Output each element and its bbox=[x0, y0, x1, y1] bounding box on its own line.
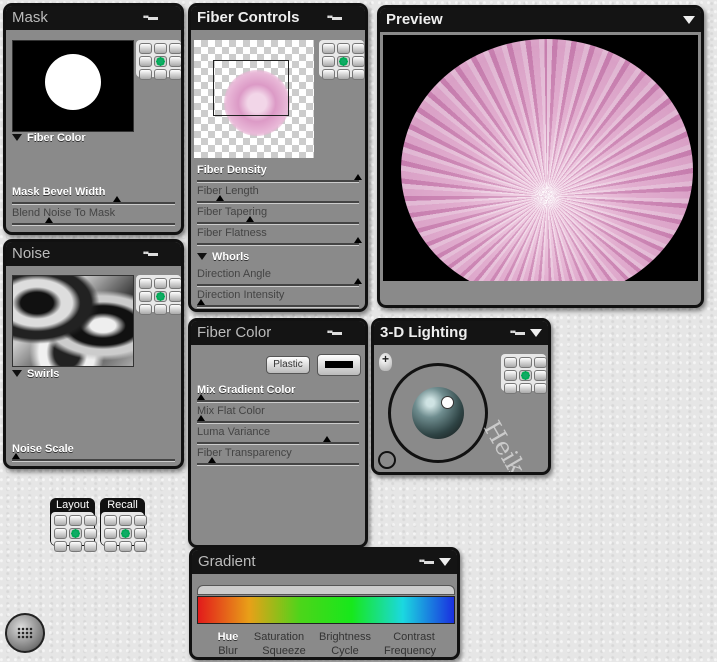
plastic-button[interactable]: Plastic bbox=[266, 356, 310, 374]
slider-fiber-transparency[interactable] bbox=[197, 457, 359, 466]
fiber-controls-panel: Fiber Controls ▪▪▬ Fiber Density Fiber L… bbox=[188, 3, 368, 312]
noise-thumbnail[interactable] bbox=[12, 275, 134, 367]
slider-label-luma-variance: Luma Variance bbox=[197, 426, 271, 438]
slider-direction-intensity[interactable] bbox=[197, 299, 359, 308]
slider-knob[interactable] bbox=[354, 174, 363, 180]
preview-title: Preview bbox=[380, 8, 701, 32]
flat-color-swatch[interactable] bbox=[317, 354, 361, 376]
slider-knob[interactable] bbox=[216, 195, 225, 201]
gradient-option-squeeze[interactable]: Squeeze bbox=[249, 645, 319, 657]
fiber-color-panel: Fiber Color ▪▪▬ Plastic Mix Gradient Col… bbox=[188, 318, 368, 548]
slider-fiber-density[interactable] bbox=[197, 174, 363, 183]
slider-mix-gradient-color[interactable] bbox=[197, 394, 359, 403]
slider-luma-variance[interactable] bbox=[197, 436, 359, 445]
panel-menu-icon[interactable]: ▪▪▬ bbox=[327, 6, 342, 30]
slider-knob[interactable] bbox=[354, 278, 363, 284]
slider-label-direction-intensity: Direction Intensity bbox=[197, 289, 285, 301]
recall-button[interactable]: Recall bbox=[100, 498, 147, 552]
panel-menu-icon[interactable]: ▪▪▬ bbox=[143, 242, 158, 266]
watermark-heike: Heike bbox=[477, 416, 538, 475]
light-bulb-icon[interactable]: + bbox=[379, 353, 392, 371]
slider-label-blend-noise: Blend Noise To Mask bbox=[12, 207, 116, 219]
slider-direction-angle[interactable] bbox=[197, 278, 363, 287]
lighting-panel: 3-D Lighting ▪▪▬ + Heike bbox=[371, 318, 551, 475]
panel-menu-icon[interactable]: ▪▪▬ bbox=[510, 321, 525, 345]
gradient-option-cycle[interactable]: Cycle bbox=[310, 645, 380, 657]
layout-grid-icon bbox=[51, 512, 97, 552]
mask-panel: Mask ▪▪▬ Fiber Color Mask Bevel Width Bl… bbox=[3, 3, 184, 235]
slider-knob[interactable] bbox=[197, 415, 205, 421]
gradient-option-brightness[interactable]: Brightness bbox=[310, 631, 380, 643]
panel-menu-icon[interactable]: ▪▪▬ bbox=[419, 550, 434, 574]
gradient-panel: Gradient ▪▪▬ Hue Saturation Brightness C… bbox=[189, 547, 460, 660]
slider-knob[interactable] bbox=[323, 436, 332, 442]
recall-label: Recall bbox=[107, 499, 138, 511]
noise-panel: Noise ▪▪▬ Swirls Noise Scale bbox=[3, 239, 184, 469]
slider-label-direction-angle: Direction Angle bbox=[197, 268, 271, 280]
gradient-option-frequency[interactable]: Frequency bbox=[375, 645, 445, 657]
fiber-section-whorls[interactable]: Whorls bbox=[197, 251, 249, 263]
panel-menu-icon[interactable]: ▪▪▬ bbox=[143, 6, 158, 30]
preset-grid-icon[interactable] bbox=[136, 40, 181, 80]
mask-circle bbox=[45, 54, 101, 110]
slider-label-fiber-length: Fiber Length bbox=[197, 185, 259, 197]
layout-label: Layout bbox=[55, 499, 90, 511]
lighting-menu-arrow-icon[interactable] bbox=[530, 329, 542, 337]
slider-knob[interactable] bbox=[113, 196, 122, 202]
preset-grid-icon[interactable] bbox=[319, 40, 365, 80]
slider-label-fiber-flatness: Fiber Flatness bbox=[197, 227, 267, 239]
fur-ball-preview bbox=[401, 39, 693, 281]
layout-button[interactable]: Layout bbox=[50, 498, 97, 552]
swatch-color bbox=[325, 361, 353, 368]
slider-label-mask-bevel-width: Mask Bevel Width bbox=[12, 186, 106, 198]
preview-canvas[interactable] bbox=[383, 35, 698, 281]
preview-panel: Preview bbox=[377, 5, 704, 308]
light-sphere[interactable] bbox=[412, 387, 464, 439]
preset-grid-icon[interactable] bbox=[136, 275, 181, 315]
gradient-bar[interactable] bbox=[197, 596, 455, 624]
slider-knob[interactable] bbox=[197, 299, 205, 305]
slider-knob[interactable] bbox=[44, 217, 53, 223]
recall-grid-icon bbox=[101, 512, 147, 552]
slider-label-noise-scale: Noise Scale bbox=[12, 443, 74, 455]
slider-label-mix-gradient-color: Mix Gradient Color bbox=[197, 384, 296, 396]
gradient-title: Gradient bbox=[192, 550, 457, 574]
slider-knob[interactable] bbox=[245, 216, 254, 222]
keypad-grid-icon bbox=[17, 627, 33, 639]
slider-knob[interactable] bbox=[354, 237, 363, 243]
slider-fiber-tapering[interactable] bbox=[197, 216, 359, 225]
keypad-button[interactable] bbox=[5, 613, 45, 653]
crop-rectangle[interactable] bbox=[213, 60, 289, 116]
preset-grid-icon[interactable] bbox=[501, 354, 547, 394]
mask-thumbnail[interactable] bbox=[12, 40, 134, 132]
slider-knob[interactable] bbox=[197, 394, 205, 400]
slider-fiber-length[interactable] bbox=[197, 195, 359, 204]
slider-mix-flat-color[interactable] bbox=[197, 415, 359, 424]
slider-noise-scale[interactable] bbox=[12, 453, 175, 462]
gradient-option-contrast[interactable]: Contrast bbox=[379, 631, 449, 643]
slider-mask-bevel-width[interactable] bbox=[12, 196, 175, 205]
gradient-menu-arrow-icon[interactable] bbox=[439, 558, 451, 566]
slider-blend-noise[interactable] bbox=[12, 217, 175, 226]
fiber-thumbnail[interactable] bbox=[194, 40, 314, 158]
slider-knob[interactable] bbox=[208, 457, 217, 463]
noise-section-swirls[interactable]: Swirls bbox=[12, 368, 59, 380]
mask-section-fiber-color[interactable]: Fiber Color bbox=[12, 132, 86, 144]
slider-fiber-flatness[interactable] bbox=[197, 237, 363, 246]
panel-menu-icon[interactable]: ▪▪▬ bbox=[327, 321, 342, 345]
slider-label-mix-flat-color: Mix Flat Color bbox=[197, 405, 265, 417]
gradient-top-handle-bar[interactable] bbox=[197, 585, 455, 595]
slider-label-fiber-density: Fiber Density bbox=[197, 164, 267, 176]
light-small-ring[interactable] bbox=[378, 451, 396, 469]
slider-knob[interactable] bbox=[12, 453, 20, 459]
preview-menu-arrow-icon[interactable] bbox=[683, 16, 695, 24]
gradient-option-saturation[interactable]: Saturation bbox=[244, 631, 314, 643]
slider-label-fiber-tapering: Fiber Tapering bbox=[197, 206, 268, 218]
light-position-handle[interactable] bbox=[441, 396, 454, 409]
